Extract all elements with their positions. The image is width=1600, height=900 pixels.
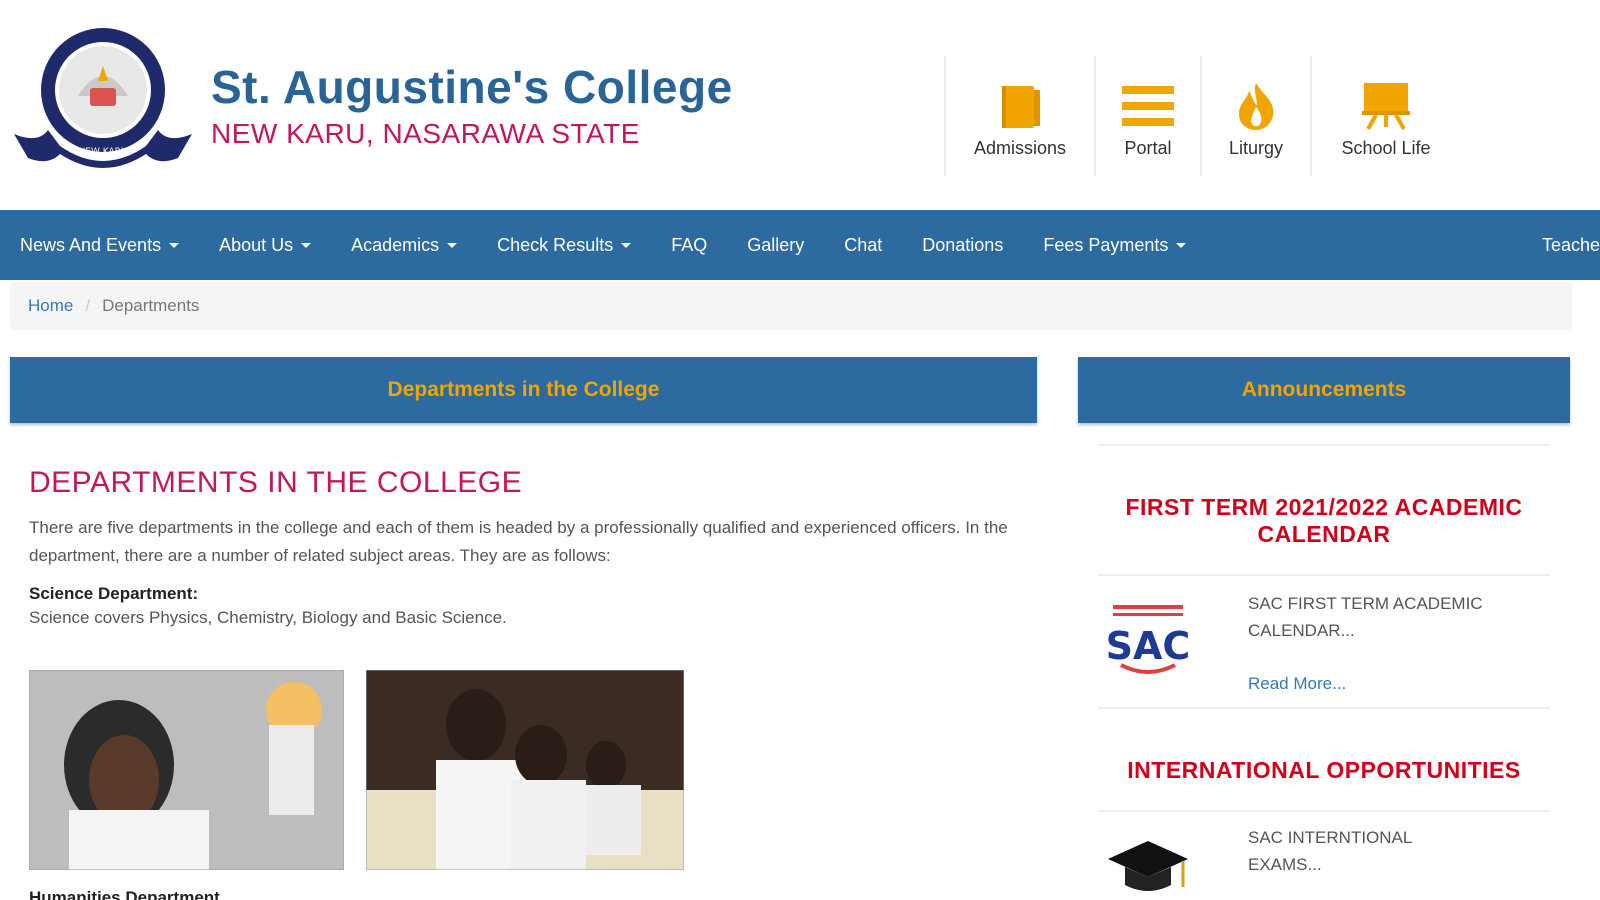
science-department-description: Science covers Physics, Chemistry, Biolo… [29,608,507,627]
college-crest-logo[interactable]: NEW KARU [8,26,198,176]
flame-icon [1230,80,1282,132]
read-more-link[interactable]: Read More... [1248,670,1518,697]
nav-label: Gallery [747,234,805,255]
main-navbar: News And Events About Us Academics Check… [0,210,1600,280]
caret-down-icon [1176,242,1187,248]
announcement-item: SAC SAC FIRST TERM ACADEMIC CALENDAR... … [1098,590,1550,697]
nav-fees-payments[interactable]: Fees Payments [1023,210,1206,280]
nav-label: Fees Payments [1043,234,1169,255]
caret-down-icon [301,242,312,248]
breadcrumb: Home / Departments [10,282,1572,330]
quick-link-liturgy[interactable]: Liturgy [1200,56,1310,176]
sac-logo-text: SAC [1106,624,1191,668]
easel-icon [1360,80,1412,132]
science-lab-photo-1 [29,670,344,870]
science-lab-photo-2 [366,670,684,870]
sac-calendar-thumbnail[interactable]: SAC [1098,590,1198,690]
nav-teachers[interactable]: Teache [1522,210,1600,280]
nav-academics[interactable]: Academics [331,210,477,280]
nav-gallery[interactable]: Gallery [727,210,824,280]
graduation-cap-thumbnail[interactable] [1098,824,1198,900]
announcement-heading[interactable]: FIRST TERM 2021/2022 ACADEMIC CALENDAR [1098,494,1550,548]
site-header: NEW KARU St. Augustine's College NEW KAR… [0,0,1600,210]
svg-text:NEW KARU: NEW KARU [79,147,128,157]
nav-faq[interactable]: FAQ [651,210,727,280]
nav-check-results[interactable]: Check Results [477,210,651,280]
quick-link-admissions[interactable]: Admissions [944,56,1094,176]
breadcrumb-separator: / [85,296,91,315]
nav-label: FAQ [671,234,708,255]
quick-link-label: Admissions [973,138,1067,158]
announcement-heading[interactable]: INTERNATIONAL OPPORTUNITIES [1098,757,1550,784]
caret-down-icon [169,242,180,248]
breadcrumb-current: Departments [102,296,200,315]
announcements-panel-heading: Announcements [1078,357,1570,423]
nav-label: About Us [219,234,294,255]
nav-label: News And Events [20,234,162,255]
quick-link-school-life[interactable]: School Life [1310,56,1460,176]
announcement-item: SAC INTERNTIONAL EXAMS... [1098,824,1550,900]
nav-chat[interactable]: Chat [824,210,902,280]
caret-down-icon [621,242,632,248]
nav-label: Academics [351,234,440,255]
departments-content: DEPARTMENTS IN THE COLLEGE There are fiv… [29,466,1019,632]
nav-donations[interactable]: Donations [902,210,1023,280]
nav-news-and-events[interactable]: News And Events [0,210,199,280]
science-department-title: Science Department: [29,584,199,603]
humanities-department-title: Humanities Department [29,888,220,900]
nav-label: Donations [922,234,1004,255]
announcement-body: SAC INTERNTIONAL EXAMS... [1248,824,1448,900]
site-subtitle: NEW KARU, NASARAWA STATE [211,118,640,149]
breadcrumb-home-link[interactable]: Home [28,296,73,316]
nav-about-us[interactable]: About Us [199,210,331,280]
departments-panel-heading: Departments in the College [10,357,1037,423]
caret-down-icon [447,242,458,248]
nav-label: Teache [1541,234,1600,255]
nav-label: Check Results [497,234,614,255]
book-icon [994,80,1046,132]
announcement-body: SAC FIRST TERM ACADEMIC CALENDAR... Read… [1248,590,1518,697]
quick-links: Admissions Portal Liturgy School Life [944,56,1460,176]
department-photos [29,670,684,870]
intro-paragraph: There are five departments in the colleg… [29,518,1008,565]
quick-link-label: Liturgy [1228,138,1284,158]
nav-label: Chat [844,234,883,255]
page-heading: DEPARTMENTS IN THE COLLEGE [29,466,523,499]
site-title[interactable]: St. Augustine's College [211,60,733,114]
announcement-summary: SAC FIRST TERM ACADEMIC CALENDAR... [1248,594,1483,640]
quick-link-label: School Life [1341,138,1431,158]
quick-link-portal[interactable]: Portal [1094,56,1200,176]
announcements-sidebar: FIRST TERM 2021/2022 ACADEMIC CALENDAR S… [1098,444,1550,900]
quick-link-label: Portal [1124,138,1172,158]
announcement-summary: SAC INTERNTIONAL EXAMS... [1248,828,1412,874]
menu-bars-icon [1122,80,1174,132]
